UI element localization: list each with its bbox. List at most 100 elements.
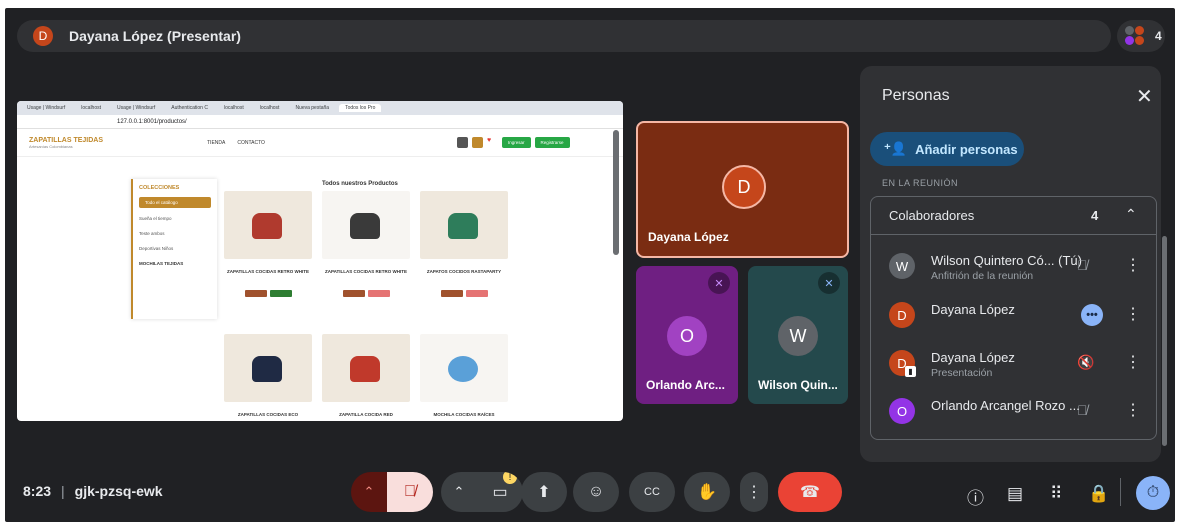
chevron-up-icon[interactable]: ⌃ (1125, 206, 1137, 223)
person-role: Presentación (931, 367, 993, 379)
meeting-code: gjk-pzsq-ewk (74, 483, 163, 499)
person-row[interactable]: D Dayana López ••• ⋮ (889, 296, 1149, 336)
mic-off-icon[interactable]: 🎙̸ (387, 472, 433, 512)
hang-up-icon[interactable]: ☎ (778, 472, 842, 512)
browser-tab: Usage | Windsurf (27, 105, 66, 111)
videocam-icon[interactable]: ▭! (477, 472, 523, 512)
tile-dayana-avatar: D (722, 165, 766, 209)
activities-icon[interactable]: ⠿ (1050, 484, 1062, 504)
site-product-name: ZAPATOS COCIDOS RASTAPARTY (426, 269, 502, 274)
browser-tab: Usage | Windsurf (117, 105, 156, 111)
participants-avatars-icon (1125, 26, 1145, 46)
site-login-button: Ingresar (502, 137, 531, 148)
site-product-image (322, 191, 410, 259)
mic-off-icon: 🎙̸ (1077, 402, 1088, 418)
site-collection-item: Teste ambos (139, 231, 165, 236)
more-vert-icon[interactable]: ⋮ (1125, 352, 1141, 372)
site-collection-item: Sueña el tiempo (139, 216, 172, 221)
site-nav-tienda: TIENDA (207, 140, 226, 146)
site-collections-panel: COLECCIONES Todo el catálogo Sueña el ti… (131, 179, 217, 319)
person-avatar: W (889, 253, 915, 279)
tile-orlando-avatar: O (667, 316, 707, 356)
chat-icon[interactable]: ▤ (1007, 484, 1023, 504)
tile-dayana[interactable]: D Dayana López (636, 121, 849, 258)
chevron-up-icon[interactable]: ⌃ (441, 472, 477, 512)
mic-off-icon: 🎙̸ (1077, 257, 1088, 273)
person-role: Anfitrión de la reunión (931, 270, 1034, 282)
person-row[interactable]: O Orlando Arcangel Rozo ... 🎙̸ ⋮ (889, 392, 1149, 432)
site-product-card: ZAPATILLAS COCIDAS ECO (224, 334, 312, 417)
site-product-name: ZAPATILLAS COCIDAS ECO (237, 412, 299, 417)
host-controls-icon[interactable]: 🔒 (1088, 484, 1109, 504)
add-people-button[interactable]: ⁺👤 Añadir personas (870, 132, 1024, 166)
browser-urlbar: 127.0.0.1:8001/productos/ (17, 115, 623, 129)
raise-hand-icon[interactable]: ✋ (684, 472, 730, 512)
person-name: Orlando Arcangel Rozo ... (931, 398, 1080, 413)
more-vert-icon[interactable]: ⋮ (1125, 400, 1141, 420)
tile-dayana-name: Dayana López (648, 230, 729, 244)
tile-wilson-avatar: W (778, 316, 818, 356)
site-brand-name: ZAPATILLAS TEJIDAS (29, 136, 104, 144)
contributors-group-header[interactable]: Colaboradores (871, 197, 1156, 235)
captions-icon[interactable]: CC (629, 472, 675, 512)
presenting-bar[interactable]: D Dayana López (Presentar) (17, 20, 1111, 52)
person-row[interactable]: D ▮ Dayana López Presentación 🔇 ⋮ (889, 344, 1149, 384)
timer-icon[interactable]: ⏱ (1136, 476, 1170, 510)
meeting-time: 8:23 (23, 483, 52, 499)
contributors-label: Colaboradores (889, 208, 975, 223)
add-people-label: Añadir personas (915, 141, 1018, 157)
site-search-icon (457, 137, 468, 148)
tile-wilson[interactable]: ✕ W Wilson Quin... (748, 266, 848, 404)
warning-badge-icon: ! (503, 472, 517, 484)
site-collection-item: Deportivas Niños (139, 246, 174, 251)
meeting-info-separator: | (61, 483, 65, 499)
mic-off-icon: ✕ (818, 272, 840, 294)
emoji-icon[interactable]: ☺ (573, 472, 619, 512)
participants-button[interactable]: 4 (1117, 20, 1165, 52)
site-brand-sub: Artesanías Colombianas (29, 143, 73, 149)
tile-orlando-name: Orlando Arc... (646, 378, 725, 392)
in-meeting-section-label: EN LA REUNIÓN (882, 178, 959, 186)
site-product-name: ZAPATILLA COCIDA RED (339, 412, 393, 417)
contributors-group: Colaboradores 4 ⌃ W Wilson Quintero Có..… (870, 196, 1157, 440)
mic-control[interactable]: ⌃ 🎙̸ (351, 472, 433, 512)
site-register-button: Registrarse (534, 137, 570, 148)
site-header: ZAPATILLAS TEJIDAS Artesanías Colombiana… (17, 129, 623, 157)
browser-tab: Authentication C (171, 105, 208, 111)
presenting-title: Dayana López (Presentar) (69, 28, 241, 44)
browser-tab-active: Todos los Pro (339, 104, 382, 112)
site-product-card: MOCHILA COCIDAS RAÍCES (420, 334, 508, 417)
tile-wilson-name: Wilson Quin... (758, 378, 838, 392)
camera-control[interactable]: ⌃ ▭! (441, 472, 523, 512)
site-collections-title: COLECCIONES (139, 185, 180, 191)
site-product-card: ZAPATILLAS COCIDAS RETRO WHITE (224, 191, 312, 297)
site-nav-contacto: CONTACTO (237, 140, 265, 146)
more-vert-icon[interactable]: ⋮ (740, 472, 768, 512)
speaking-indicator-icon: ••• (1081, 304, 1103, 326)
people-panel: Personas ✕ ⁺👤 Añadir personas EN LA REUN… (860, 66, 1161, 462)
close-icon[interactable]: ✕ (1136, 84, 1153, 109)
people-panel-title: Personas (882, 87, 950, 104)
presenter-avatar: D (33, 26, 53, 46)
people-panel-scrollbar[interactable] (1162, 236, 1167, 446)
site-product-card: ZAPATOS COCIDOS RASTAPARTY (420, 191, 508, 297)
more-vert-icon[interactable]: ⋮ (1125, 304, 1141, 324)
site-product-image (224, 191, 312, 259)
browser-tab: localhost (81, 105, 101, 111)
chevron-up-icon[interactable]: ⌃ (351, 472, 387, 512)
toolbar-divider (1120, 478, 1121, 506)
grid-scrollbar[interactable] (613, 130, 619, 255)
site-product-name: MOCHILA COCIDAS RAÍCES (433, 412, 495, 417)
person-row[interactable]: W Wilson Quintero Có... (Tú) Anfitrión d… (889, 247, 1149, 287)
info-icon[interactable]: ⓘ (967, 484, 984, 509)
site-brand: ZAPATILLAS TEJIDAS Artesanías Colombiana… (29, 137, 103, 149)
site-product-image (224, 334, 312, 402)
site-product-image (420, 191, 508, 259)
tile-orlando[interactable]: ✕ O Orlando Arc... (636, 266, 738, 404)
more-vert-icon[interactable]: ⋮ (1125, 255, 1141, 275)
present-screen-icon[interactable]: ⬆ (521, 472, 567, 512)
person-avatar: O (889, 398, 915, 424)
site-product-card: ZAPATILLAS COCIDAS RETRO WHITE (322, 191, 410, 297)
site-heart-icon: ♥ (487, 137, 492, 144)
site-product-image (322, 334, 410, 402)
